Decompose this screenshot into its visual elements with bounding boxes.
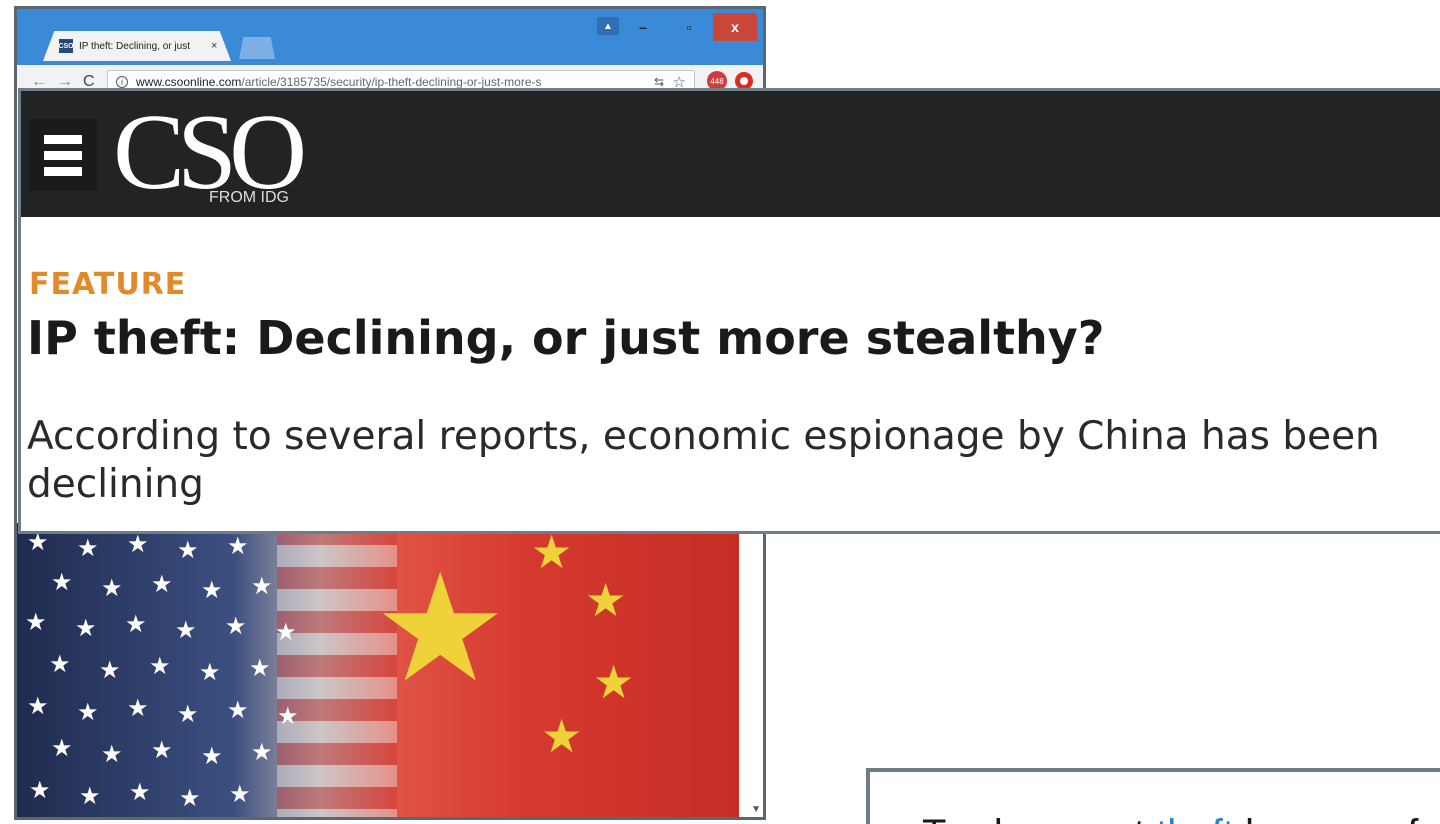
article-headline: IP theft: Declining, or just more stealt… <box>27 311 1105 365</box>
us-star-icon: ★ <box>101 741 123 768</box>
us-star-icon: ★ <box>277 703 299 730</box>
us-china-flag-image: ★ ★ ★ ★ ★ ★ ★ ★ ★ ★ ★ ★ ★ ★ ★ ★ ★ ★ ★ ★ <box>17 523 739 817</box>
screenshot-stage: CSO IP theft: Declining, or just × ▲ – ▫… <box>0 0 1440 824</box>
us-star-icon: ★ <box>249 655 271 682</box>
us-star-icon: ★ <box>29 777 51 804</box>
article-dek: According to several reports, economic e… <box>27 414 1380 507</box>
us-star-icon: ★ <box>27 529 49 556</box>
zoomed-article-header: CSO FROM IDG FEATURE IP theft: Declining… <box>18 88 1440 534</box>
us-star-icon: ★ <box>149 653 171 680</box>
url-domain: www.csoonline.com <box>136 75 242 89</box>
tab-title: IP theft: Declining, or just <box>79 40 190 52</box>
china-large-star-icon: ★ <box>373 544 508 712</box>
us-star-icon: ★ <box>75 615 97 642</box>
us-star-icon: ★ <box>49 651 71 678</box>
us-star-icon: ★ <box>77 535 99 562</box>
us-star-icon: ★ <box>275 619 297 646</box>
article-category[interactable]: FEATURE <box>29 267 186 302</box>
body-text-line: Trade secret theft by some f <box>922 812 1419 824</box>
scroll-down-arrow-icon[interactable]: ▼ <box>751 804 761 815</box>
us-star-icon: ★ <box>225 613 247 640</box>
us-star-icon: ★ <box>177 537 199 564</box>
us-star-icon: ★ <box>101 575 123 602</box>
us-star-icon: ★ <box>127 531 149 558</box>
maximize-button[interactable]: ▫ <box>667 13 711 41</box>
us-star-icon: ★ <box>27 693 49 720</box>
china-small-star-icon: ★ <box>541 710 583 762</box>
us-star-icon: ★ <box>79 783 101 810</box>
hamburger-menu-icon[interactable] <box>29 119 97 191</box>
china-small-star-icon: ★ <box>531 526 573 578</box>
us-star-icon: ★ <box>129 779 151 806</box>
body-text: Trade secret <box>922 812 1156 824</box>
translate-icon[interactable]: ⇆ <box>654 75 664 89</box>
theft-link[interactable]: theft <box>1156 812 1234 824</box>
browser-titlebar: CSO IP theft: Declining, or just × ▲ – ▫… <box>17 9 763 65</box>
info-icon[interactable]: i <box>116 76 128 88</box>
us-star-icon: ★ <box>175 617 197 644</box>
china-small-star-icon: ★ <box>593 656 635 708</box>
browser-tab[interactable]: CSO IP theft: Declining, or just × <box>43 31 231 61</box>
us-star-icon: ★ <box>251 739 273 766</box>
us-star-icon: ★ <box>229 781 251 808</box>
us-star-icon: ★ <box>179 785 201 812</box>
us-star-icon: ★ <box>125 611 147 638</box>
us-star-icon: ★ <box>51 569 73 596</box>
us-star-icon: ★ <box>25 609 47 636</box>
us-star-icon: ★ <box>201 577 223 604</box>
china-small-star-icon: ★ <box>585 574 627 626</box>
new-tab-button[interactable] <box>239 37 275 59</box>
us-star-icon: ★ <box>201 743 223 770</box>
user-profile-icon[interactable]: ▲ <box>597 17 619 35</box>
us-star-icon: ★ <box>227 533 249 560</box>
close-button[interactable]: x <box>713 13 757 41</box>
cso-favicon-icon: CSO <box>58 39 74 53</box>
us-star-icon: ★ <box>51 735 73 762</box>
us-star-icon: ★ <box>151 571 173 598</box>
cso-logo[interactable]: CSO FROM IDG <box>113 99 333 211</box>
logo-subtext: FROM IDG <box>209 189 289 206</box>
us-star-icon: ★ <box>151 737 173 764</box>
us-star-icon: ★ <box>77 699 99 726</box>
zoomed-body-text: Trade secret theft by some f <box>866 768 1440 824</box>
us-star-icon: ★ <box>199 659 221 686</box>
us-star-icon: ★ <box>99 657 121 684</box>
us-star-icon: ★ <box>127 695 149 722</box>
url-path: /article/3185735/security/ip-theft-decli… <box>241 75 542 89</box>
us-star-icon: ★ <box>177 701 199 728</box>
minimize-button[interactable]: – <box>621 13 665 41</box>
us-star-icon: ★ <box>227 697 249 724</box>
url-text: www.csoonline.com/article/3185735/securi… <box>136 75 632 89</box>
us-star-icon: ★ <box>251 573 273 600</box>
site-header: CSO FROM IDG <box>21 91 1440 217</box>
tab-close-icon[interactable]: × <box>211 40 217 52</box>
body-text: by some f <box>1234 812 1418 824</box>
